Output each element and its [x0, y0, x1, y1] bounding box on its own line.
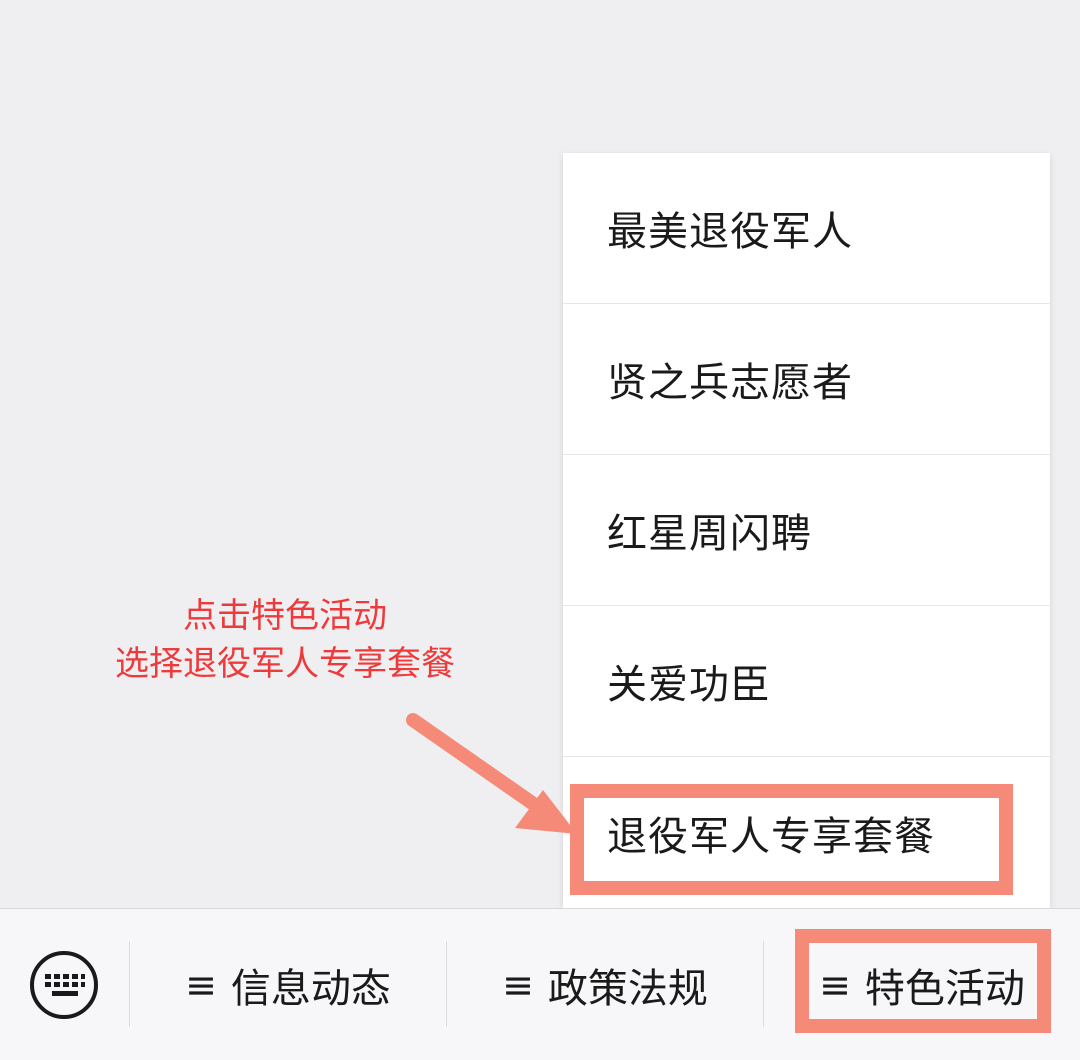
menu-item-label: 红星周闪聘	[607, 511, 812, 557]
menu-icon: ≡	[819, 963, 851, 1007]
tab-policies[interactable]: ≡ 政策法规	[447, 943, 763, 1027]
instruction-annotation: 点击特色活动 选择退役军人专享套餐	[80, 592, 490, 688]
tab-label: 政策法规	[547, 966, 708, 1012]
submenu-popup: 最美退役军人 贤之兵志愿者 红星周闪聘 关爱功臣 退役军人专享套餐	[563, 153, 1050, 908]
menu-item-best-veterans[interactable]: 最美退役军人	[563, 153, 1050, 304]
menu-item-care-heroes[interactable]: 关爱功臣	[563, 606, 1050, 757]
tab-special-activities[interactable]: ≡ 特色活动	[764, 943, 1080, 1027]
menu-icon: ≡	[185, 963, 217, 1007]
menu-item-label: 关爱功臣	[607, 662, 771, 708]
menu-item-job-fair[interactable]: 红星周闪聘	[563, 455, 1050, 606]
arrow-icon	[406, 713, 577, 834]
annotation-line-2: 选择退役军人专享套餐	[115, 644, 455, 684]
tab-news[interactable]: ≡ 信息动态	[130, 943, 446, 1027]
screen: 最美退役军人 贤之兵志愿者 红星周闪聘 关爱功臣 退役军人专享套餐 点击特色活动…	[0, 0, 1080, 1060]
tab-label: 特色活动	[864, 966, 1025, 1012]
menu-item-volunteers[interactable]: 贤之兵志愿者	[563, 304, 1050, 455]
menu-icon: ≡	[502, 963, 534, 1007]
tab-label: 信息动态	[230, 966, 391, 1012]
menu-item-veteran-package[interactable]: 退役军人专享套餐	[563, 757, 1050, 908]
annotation-line-1: 点击特色活动	[183, 596, 387, 636]
menu-item-label: 贤之兵志愿者	[607, 360, 853, 406]
menu-item-label: 最美退役军人	[607, 209, 853, 255]
keyboard-icon[interactable]	[28, 949, 100, 1021]
menu-item-label: 退役军人专享套餐	[607, 813, 935, 860]
bottom-menu-bar: ≡ 信息动态 ≡ 政策法规 ≡ 特色活动	[0, 908, 1080, 1060]
